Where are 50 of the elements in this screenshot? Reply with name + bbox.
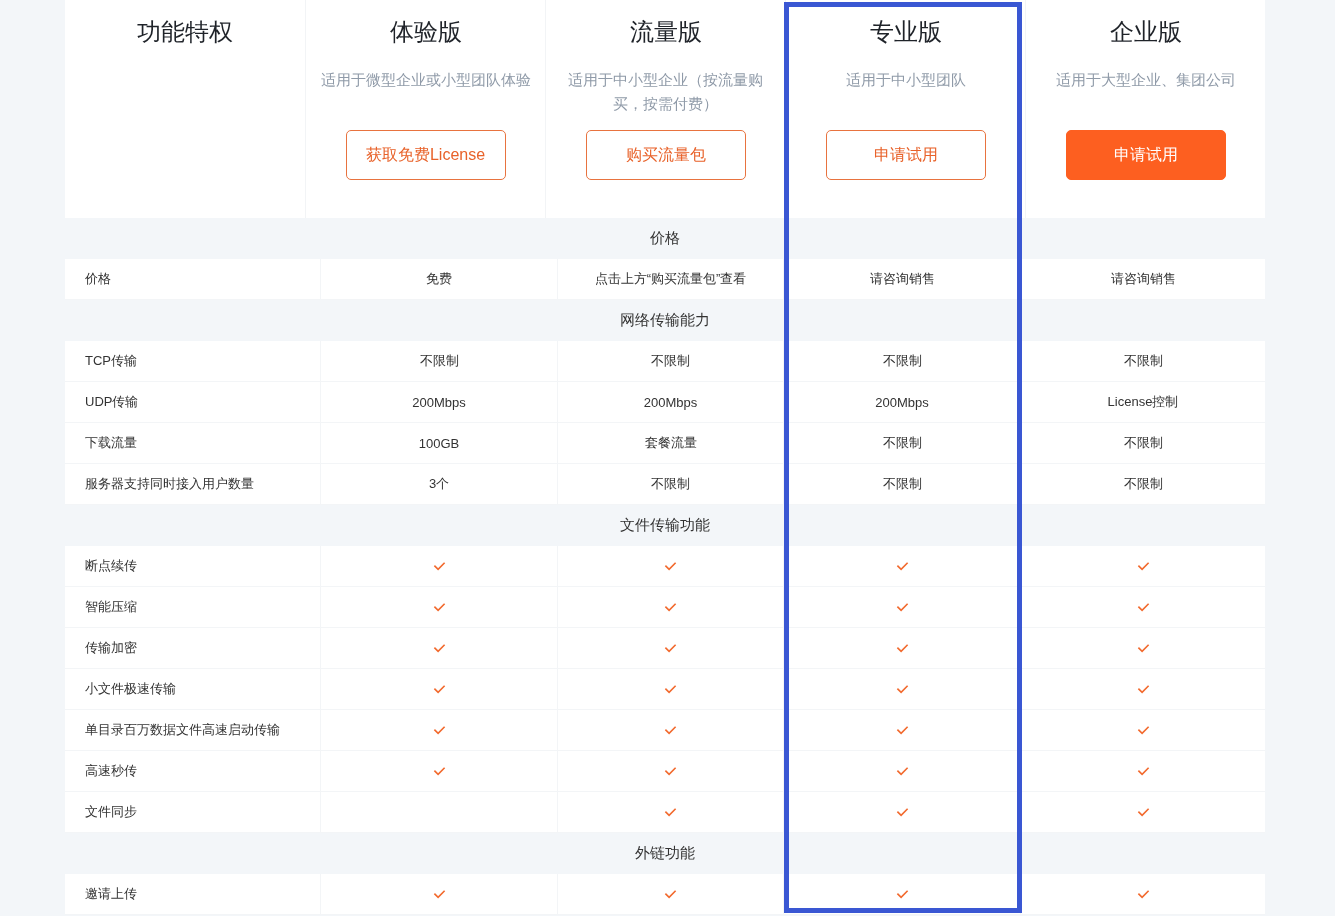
table-cell: 免费	[426, 270, 452, 288]
table-cell: 3个	[428, 475, 450, 493]
feature-label: 下载流量	[85, 434, 137, 452]
plan-description: 适用于中小型企业（按流量购买，按需付费）	[567, 70, 764, 114]
plan-description: 适用于微型企业或小型团队体验	[319, 70, 532, 90]
plan-name: 体验版	[389, 17, 462, 47]
plan-description: 适用于大型企业、集团公司	[1054, 70, 1237, 90]
feature-label: UDP传输	[85, 393, 139, 411]
feature-label: 邀请上传	[85, 885, 137, 903]
feature-label: 文件同步	[85, 803, 137, 821]
plan-button[interactable]: 申请试用	[1065, 130, 1226, 180]
table-cell: 不限制	[651, 475, 690, 493]
plan-name: 流量版	[629, 17, 702, 47]
table-cell: 不限制	[1123, 475, 1163, 493]
table-cell: 不限制	[419, 352, 459, 370]
feature-label: 传输加密	[85, 639, 137, 657]
feature-label: TCP传输	[85, 352, 137, 370]
plan-button[interactable]: 获取免费License	[345, 130, 506, 180]
table-cell: License控制	[1107, 393, 1179, 411]
table-cell: 不限制	[1123, 352, 1163, 370]
plan-name: 专业版	[869, 17, 942, 47]
table-cell: 点击上方“购买流量包”查看	[594, 270, 747, 288]
feature-label: 智能压缩	[85, 598, 137, 616]
feature-label: 价格	[85, 270, 111, 288]
table-cell: 不限制	[882, 475, 922, 493]
plan-button[interactable]: 购买流量包	[585, 130, 746, 180]
plan-button[interactable]: 申请试用	[825, 130, 986, 180]
feature-label: 服务器支持同时接入用户数量	[85, 475, 254, 493]
table-cell: 200Mbps	[643, 394, 698, 410]
feature-label: 高速秒传	[85, 762, 137, 780]
section-title: 价格	[650, 229, 680, 248]
table-cell: 不限制	[882, 352, 922, 370]
table-cell: 200Mbps	[875, 394, 929, 410]
feature-label: 单目录百万数据文件高速启动传输	[85, 721, 280, 739]
table-cell: 不限制	[1123, 434, 1163, 452]
feature-label: 断点续传	[85, 557, 137, 575]
table-cell: 请咨询销售	[1110, 270, 1176, 288]
column-heading: 功能特权	[137, 17, 233, 47]
table-cell: 套餐流量	[644, 434, 697, 452]
section-title: 文件传输功能	[620, 516, 710, 535]
feature-label: 小文件极速传输	[85, 680, 176, 698]
plan-description: 适用于中小型团队	[844, 70, 967, 90]
table-cell: 不限制	[651, 352, 690, 370]
table-cell: 不限制	[882, 434, 922, 452]
section-title: 网络传输能力	[620, 311, 710, 330]
section-title: 外链功能	[635, 844, 695, 863]
table-cell: 请咨询销售	[869, 270, 935, 288]
table-cell: 200Mbps	[412, 394, 466, 410]
table-cell: 100GB	[418, 435, 460, 451]
plan-name: 企业版	[1109, 17, 1182, 47]
